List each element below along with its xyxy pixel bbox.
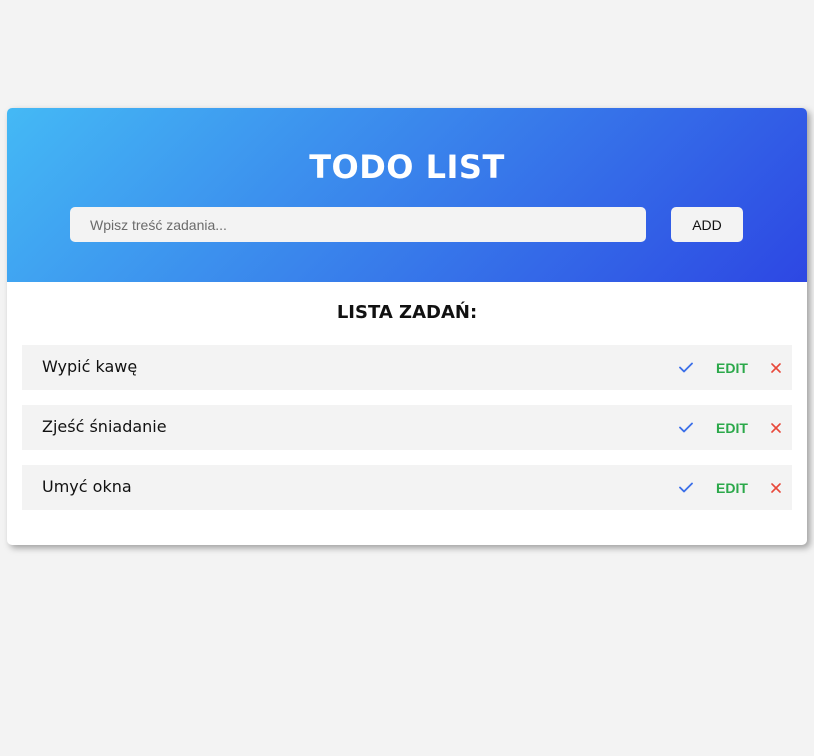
page-title: TODO LIST <box>309 148 505 186</box>
complete-button[interactable] <box>674 345 698 390</box>
todo-card: TODO LIST ADD LISTA ZADAŃ: Wypić kawę ED… <box>7 108 807 545</box>
delete-button[interactable] <box>766 405 786 450</box>
list-item: Umyć okna EDIT <box>22 465 792 510</box>
complete-button[interactable] <box>674 465 698 510</box>
check-icon <box>679 422 693 433</box>
task-input[interactable] <box>70 207 646 242</box>
delete-button[interactable] <box>766 465 786 510</box>
complete-button[interactable] <box>674 405 698 450</box>
check-icon <box>679 362 693 373</box>
header: TODO LIST ADD <box>7 108 807 282</box>
close-icon <box>771 362 781 373</box>
check-icon <box>679 482 693 493</box>
task-text: Umyć okna <box>42 477 132 496</box>
delete-button[interactable] <box>766 345 786 390</box>
list-heading: LISTA ZADAŃ: <box>336 302 478 323</box>
close-icon <box>771 422 781 433</box>
list-item: Wypić kawę EDIT <box>22 345 792 390</box>
edit-button[interactable]: EDIT <box>714 345 750 390</box>
edit-button[interactable]: EDIT <box>714 465 750 510</box>
add-button[interactable]: ADD <box>671 207 743 242</box>
task-list: Wypić kawę EDIT Zjeść śniadanie EDIT Umy… <box>22 345 792 525</box>
close-icon <box>771 482 781 493</box>
task-text: Wypić kawę <box>42 357 138 376</box>
list-item: Zjeść śniadanie EDIT <box>22 405 792 450</box>
edit-button[interactable]: EDIT <box>714 405 750 450</box>
task-text: Zjeść śniadanie <box>42 417 167 436</box>
